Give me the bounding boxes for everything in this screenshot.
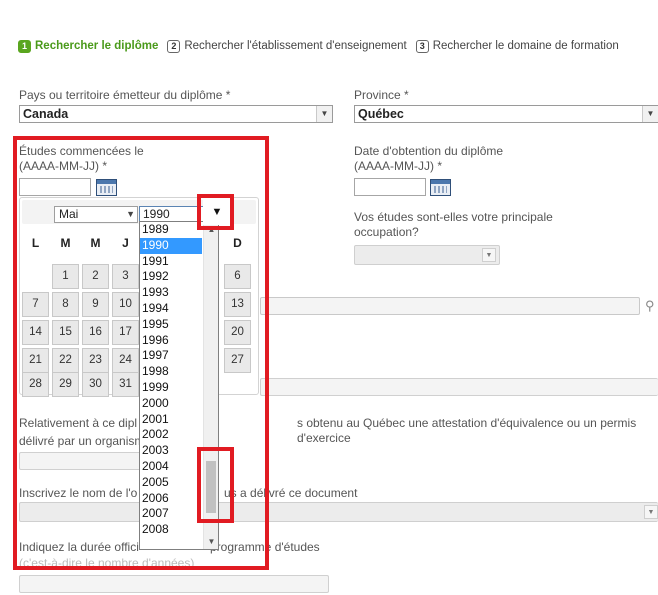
- duration-input[interactable]: [19, 575, 329, 593]
- step-1[interactable]: 1 Rechercher le diplôme: [18, 39, 159, 53]
- highlight-year-arrow-box: [197, 194, 234, 230]
- obtain-date-input[interactable]: [354, 178, 426, 196]
- province-value: Québec: [358, 107, 404, 121]
- step-3[interactable]: 3 Rechercher le domaine de formation: [415, 39, 619, 53]
- chevron-down-icon: ▼: [482, 248, 496, 262]
- chevron-down-icon: ▼: [644, 505, 658, 519]
- country-label: Pays ou territoire émetteur du diplôme *: [19, 88, 231, 102]
- search-input[interactable]: [260, 297, 640, 315]
- calendar-icon[interactable]: [430, 179, 451, 196]
- equivalence-label-b: s obtenu au Québec une attestation d'équ…: [297, 416, 637, 445]
- main-occupation-label-line2: occupation?: [354, 225, 419, 239]
- chevron-down-icon: ▼: [642, 106, 658, 122]
- obtain-date-label: Date d'obtention du diplôme (AAAA-MM-JJ)…: [354, 144, 503, 174]
- province-label: Province *: [354, 88, 409, 102]
- main-occupation-label-line1: Vos études sont-elles votre principale: [354, 210, 553, 224]
- chevron-down-icon: ▼: [316, 106, 332, 122]
- country-select[interactable]: Canada ▼: [19, 105, 333, 123]
- highlight-scrollbar-box: [197, 447, 234, 523]
- step-1-number: 1: [18, 39, 31, 53]
- step-1-label: Rechercher le diplôme: [35, 40, 159, 52]
- step-navigation: 1 Rechercher le diplôme 2 Rechercher l'é…: [18, 38, 628, 54]
- step-3-label: Rechercher le domaine de formation: [432, 40, 619, 52]
- step-2-label: Rechercher l'établissement d'enseignemen…: [184, 40, 407, 52]
- search-icon[interactable]: ⚲: [645, 298, 658, 314]
- step-2-number: 2: [167, 39, 181, 53]
- obtain-date-label-line1: Date d'obtention du diplôme: [354, 144, 504, 158]
- obtain-date-label-line2: (AAAA-MM-JJ) *: [354, 159, 442, 173]
- step-2[interactable]: 2 Rechercher l'établissement d'enseignem…: [167, 39, 407, 53]
- main-occupation-select[interactable]: ▼: [354, 245, 500, 265]
- province-select[interactable]: Québec ▼: [354, 105, 658, 123]
- step-3-number: 3: [415, 39, 429, 53]
- main-occupation-label: Vos études sont-elles votre principale o…: [354, 210, 553, 240]
- country-value: Canada: [23, 107, 69, 121]
- text-field[interactable]: [260, 378, 658, 396]
